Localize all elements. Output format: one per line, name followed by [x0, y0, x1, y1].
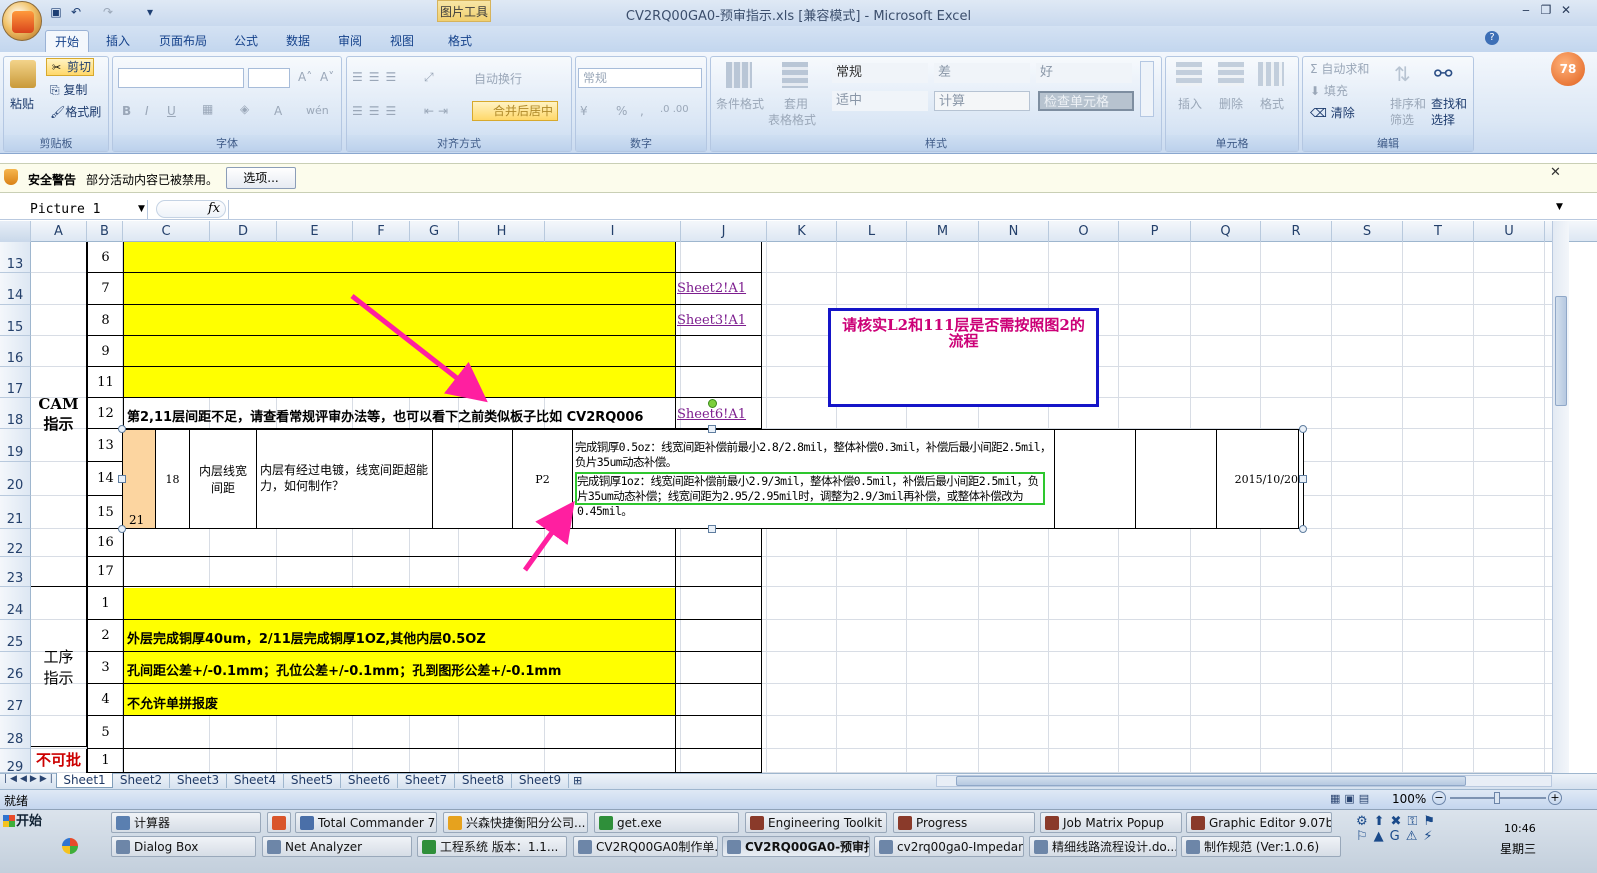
taskbar-label: Total Commander 7.0 ...: [318, 816, 436, 830]
app-icon: [448, 816, 462, 830]
app-icon: [422, 840, 436, 854]
taskbar-label: CV2RQ00GA0-预审指...: [745, 840, 869, 854]
app-icon: [578, 840, 592, 854]
taskbar-item[interactable]: Engineering Toolkit 9.0...: [745, 812, 887, 833]
app-icon: [1045, 816, 1059, 830]
taskbar-item[interactable]: 制作规范 (Ver:1.0.6): [1181, 836, 1341, 857]
sheet-tab-5[interactable]: Sheet5: [284, 773, 341, 788]
windows-orb-icon[interactable]: [62, 838, 78, 854]
taskbar-item[interactable]: CV2RQ00GA0-预审指...: [722, 836, 870, 857]
sheet-nav-icons[interactable]: |◀◀▶▶|: [4, 774, 56, 784]
system-tray-icons[interactable]: ⚙⬆✖⚿⚑ ⚐▲G⚠⚡: [1356, 812, 1478, 864]
sheet-tab-2[interactable]: Sheet2: [113, 773, 170, 788]
taskbar-label: 工程系统 版本：1.1...: [440, 840, 559, 854]
taskbar-label: Progress: [916, 816, 968, 830]
app-icon: [727, 840, 741, 854]
arrow-to-note: [350, 294, 488, 403]
clock-time: 10:46: [1504, 822, 1536, 835]
app-icon: [750, 816, 764, 830]
app-icon: [116, 816, 130, 830]
status-ready: 就绪: [4, 794, 29, 808]
windows-logo-icon: [3, 815, 15, 827]
horizontal-scroll-thumb[interactable]: [956, 776, 1466, 786]
taskbar-label: Engineering Toolkit 9.0...: [768, 816, 886, 830]
app-icon: [898, 816, 912, 830]
view-buttons[interactable]: ▦▣▤: [1330, 792, 1386, 806]
app-icon: [272, 816, 286, 830]
taskbar-item[interactable]: Total Commander 7.0 ...: [295, 812, 437, 833]
sheet-tab-6[interactable]: Sheet6: [341, 773, 398, 788]
zoom-in-icon[interactable]: +: [1548, 791, 1562, 805]
taskbar-label: 计算器: [134, 816, 171, 830]
sheet-tab-8[interactable]: Sheet8: [455, 773, 512, 788]
sheet-tab-9[interactable]: Sheet9: [512, 773, 569, 788]
arrow-to-answer: [522, 500, 575, 572]
taskbar-item[interactable]: 工程系统 版本：1.1...: [417, 836, 567, 857]
taskbar-label: 精细线路流程设计.do...: [1052, 840, 1177, 854]
taskbar-item[interactable]: Graphic Editor 9.07b2 ...: [1186, 812, 1332, 833]
sheet-tab-3[interactable]: Sheet3: [170, 773, 227, 788]
insert-sheet-icon[interactable]: ⊞: [573, 773, 591, 788]
sheet-tab-7[interactable]: Sheet7: [398, 773, 455, 788]
sheet-tab-4[interactable]: Sheet4: [227, 773, 284, 788]
annotation-arrows: [350, 294, 575, 572]
taskbar-label: 制作规范 (Ver:1.0.6): [1204, 840, 1320, 854]
taskbar-item[interactable]: [267, 812, 291, 833]
clock-weekday: 星期三: [1500, 842, 1537, 856]
taskbar-item[interactable]: Dialog Box: [111, 836, 256, 857]
vertical-scroll-thumb[interactable]: [1555, 296, 1567, 406]
sheet-tab-1[interactable]: Sheet1: [56, 773, 113, 788]
taskbar-item[interactable]: get.exe: [594, 812, 739, 833]
taskbar-label: CV2RQ00GA0制作单.xl...: [596, 840, 718, 854]
taskbar-item[interactable]: 精细线路流程设计.do...: [1029, 836, 1177, 857]
app-icon: [267, 840, 281, 854]
app-icon: [599, 816, 613, 830]
start-label: 开始: [16, 814, 43, 829]
taskbar-item[interactable]: Net Analyzer: [262, 836, 412, 857]
taskbar-item[interactable]: CV2RQ00GA0制作单.xl...: [573, 836, 718, 857]
app-icon: [1186, 840, 1200, 854]
taskbar-label: Dialog Box: [134, 840, 199, 854]
taskbar-label: Net Analyzer: [285, 840, 363, 854]
app-icon: [300, 816, 314, 830]
taskbar-item[interactable]: Progress: [893, 812, 1035, 833]
taskbar-item[interactable]: 兴森快捷衡阳分公司...: [443, 812, 588, 833]
taskbar-item[interactable]: cv2rq00ga0-Impedance...: [874, 836, 1024, 857]
taskbar-label: cv2rq00ga0-Impedance...: [897, 840, 1023, 854]
taskbar-label: Graphic Editor 9.07b2 ...: [1209, 816, 1331, 830]
taskbar-label: get.exe: [617, 816, 662, 830]
taskbar-item[interactable]: 计算器: [111, 812, 261, 833]
zoom-out-icon[interactable]: −: [1432, 791, 1446, 805]
taskbar-label: Job Matrix Popup: [1063, 816, 1164, 830]
taskbar-label: 兴森快捷衡阳分公司...: [466, 816, 586, 830]
app-icon: [879, 840, 893, 854]
taskbar-item[interactable]: Job Matrix Popup: [1040, 812, 1182, 833]
office-logo-icon: [12, 11, 34, 33]
zoom-slider-thumb[interactable]: [1494, 792, 1500, 804]
app-icon: [1191, 816, 1205, 830]
app-icon: [116, 840, 130, 854]
app-icon: [1034, 840, 1048, 854]
zoom-level[interactable]: 100%: [1392, 792, 1426, 806]
office-button[interactable]: [2, 1, 42, 41]
